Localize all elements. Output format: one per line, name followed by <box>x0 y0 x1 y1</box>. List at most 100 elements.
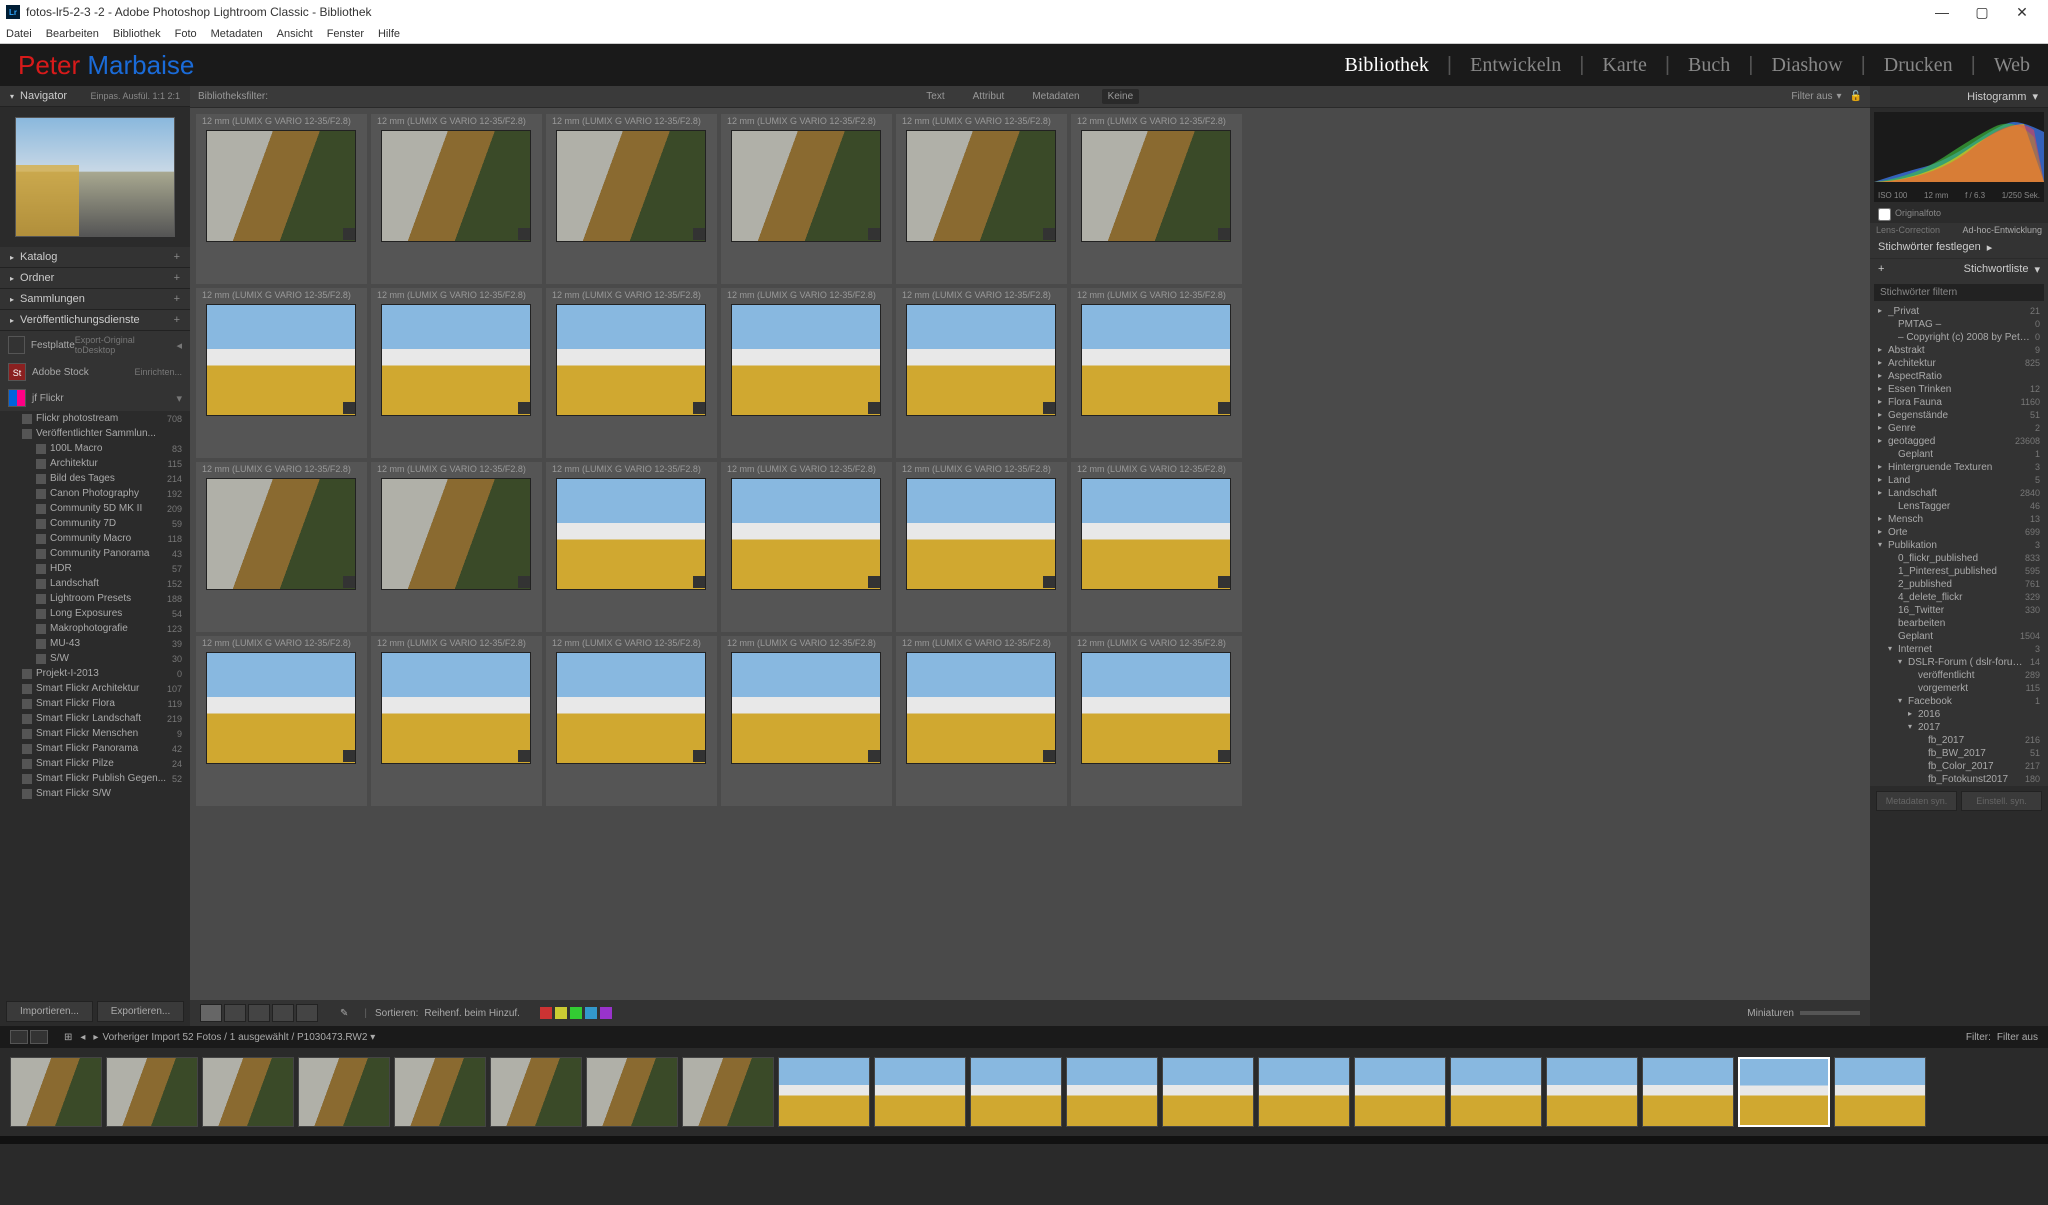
filmstrip-filter-value[interactable]: Filter aus <box>1997 1032 2038 1043</box>
filter-lock-icon[interactable]: 🔓 <box>1850 91 1862 102</box>
quick-develop-header[interactable]: Ad-hoc-Entwicklung <box>1962 225 2042 235</box>
painter-tool-icon[interactable]: ✎ <box>340 1008 348 1019</box>
people-view-button[interactable] <box>296 1004 318 1022</box>
filmstrip-thumb[interactable] <box>1738 1057 1830 1127</box>
panel-veröffentlichungsdienste[interactable]: ▸Veröffentlichungsdienste+ <box>0 310 190 331</box>
keyword-item[interactable]: ▸Mensch13 <box>1870 513 2048 526</box>
loupe-view-button[interactable] <box>224 1004 246 1022</box>
keyword-item[interactable]: ▸AspectRatio <box>1870 370 2048 383</box>
menu-bearbeiten[interactable]: Bearbeiten <box>46 28 99 40</box>
menu-fenster[interactable]: Fenster <box>327 28 364 40</box>
navigator-zoom-controls[interactable]: Einpas. Ausfül. 1:1 2:1 <box>90 91 180 101</box>
grid-cell[interactable]: 12 mm (LUMIX G VARIO 12-35/F2.8) <box>196 288 367 458</box>
grid-cell[interactable]: 12 mm (LUMIX G VARIO 12-35/F2.8) <box>546 288 717 458</box>
keyword-item[interactable]: LensTagger46 <box>1870 500 2048 513</box>
filmstrip-thumb[interactable] <box>394 1057 486 1127</box>
sync-metadata-button[interactable]: Metadaten syn. <box>1876 791 1957 811</box>
minimize-button[interactable]: — <box>1922 0 1962 24</box>
collection-item[interactable]: Flickr photostream708 <box>0 411 190 426</box>
module-entwickeln[interactable]: Entwickeln <box>1470 54 1561 76</box>
keyword-item[interactable]: PMTAG –0 <box>1870 318 2048 331</box>
collection-item[interactable]: Smart Flickr Landschaft219 <box>0 711 190 726</box>
keywording-header[interactable]: Stichwörter festlegen▸ <box>1870 237 2048 258</box>
main-window-button[interactable] <box>10 1030 28 1044</box>
grid-cell[interactable]: 12 mm (LUMIX G VARIO 12-35/F2.8) <box>371 288 542 458</box>
collection-item[interactable]: MU-4339 <box>0 636 190 651</box>
keyword-item[interactable]: 2_published761 <box>1870 578 2048 591</box>
keyword-item[interactable]: ▸Gegenstände51 <box>1870 409 2048 422</box>
filmstrip-thumb[interactable] <box>1162 1057 1254 1127</box>
filter-preset[interactable]: Filter aus <box>1791 91 1832 102</box>
grid-cell[interactable]: 12 mm (LUMIX G VARIO 12-35/F2.8) <box>896 462 1067 632</box>
import-button[interactable]: Importieren... <box>6 1001 93 1022</box>
module-buch[interactable]: Buch <box>1688 54 1730 76</box>
collection-item[interactable]: Architektur115 <box>0 456 190 471</box>
navigator-preview[interactable] <box>15 117 175 237</box>
add-keyword-button[interactable]: + <box>1878 263 1884 276</box>
navigator-header[interactable]: ▾ Navigator Einpas. Ausfül. 1:1 2:1 <box>0 86 190 107</box>
filmstrip-thumb[interactable] <box>1834 1057 1926 1127</box>
grid-cell[interactable]: 12 mm (LUMIX G VARIO 12-35/F2.8) <box>196 636 367 806</box>
keyword-item[interactable]: veröffentlicht289 <box>1870 669 2048 682</box>
keyword-item[interactable]: fb_Color_2017217 <box>1870 760 2048 773</box>
keyword-item[interactable]: ▾Internet3 <box>1870 643 2048 656</box>
filmstrip-thumb[interactable] <box>1546 1057 1638 1127</box>
lens-correction-label[interactable]: Lens-Correction <box>1876 225 1940 235</box>
identity-plate[interactable]: Peter Marbaise <box>18 50 194 81</box>
grid-cell[interactable]: 12 mm (LUMIX G VARIO 12-35/F2.8) <box>196 114 367 284</box>
keyword-item[interactable]: vorgemerkt115 <box>1870 682 2048 695</box>
collection-item[interactable]: Community 7D59 <box>0 516 190 531</box>
panel-katalog[interactable]: ▸Katalog+ <box>0 247 190 268</box>
filmstrip-thumb[interactable] <box>1354 1057 1446 1127</box>
sort-dropdown[interactable]: Reihenf. beim Hinzuf. <box>424 1008 520 1019</box>
filmstrip-thumb[interactable] <box>778 1057 870 1127</box>
keyword-item[interactable]: ▾2017 <box>1870 721 2048 734</box>
filter-attribut[interactable]: Attribut <box>967 89 1011 104</box>
keyword-item[interactable]: bearbeiten <box>1870 617 2048 630</box>
keyword-item[interactable]: ▸Abstrakt9 <box>1870 344 2048 357</box>
histogram-display[interactable]: ISO 10012 mmf / 6.31/250 Sek. <box>1874 112 2044 202</box>
collection-item[interactable]: Lightroom Presets188 <box>0 591 190 606</box>
grid-cell[interactable]: 12 mm (LUMIX G VARIO 12-35/F2.8) <box>371 114 542 284</box>
keyword-item[interactable]: Geplant1504 <box>1870 630 2048 643</box>
compare-view-button[interactable] <box>248 1004 270 1022</box>
keyword-item[interactable]: ▸Architektur825 <box>1870 357 2048 370</box>
filmstrip-thumb[interactable] <box>970 1057 1062 1127</box>
grid-cell[interactable]: 12 mm (LUMIX G VARIO 12-35/F2.8) <box>1071 462 1242 632</box>
keyword-item[interactable]: Geplant1 <box>1870 448 2048 461</box>
menu-hilfe[interactable]: Hilfe <box>378 28 400 40</box>
collection-item[interactable]: Smart Flickr Publish Gegen...52 <box>0 771 190 786</box>
publish-adobe-stock[interactable]: St Adobe Stock Einrichten... <box>0 359 190 385</box>
collection-item[interactable]: Smart Flickr Panorama42 <box>0 741 190 756</box>
keyword-item[interactable]: ▾Publikation3 <box>1870 539 2048 552</box>
filmstrip-thumb[interactable] <box>682 1057 774 1127</box>
collection-item[interactable]: Bild des Tages214 <box>0 471 190 486</box>
filmstrip-thumb[interactable] <box>1258 1057 1350 1127</box>
collection-item[interactable]: Long Exposures54 <box>0 606 190 621</box>
collection-item[interactable]: 100L Macro83 <box>0 441 190 456</box>
grid-cell[interactable]: 12 mm (LUMIX G VARIO 12-35/F2.8) <box>546 114 717 284</box>
filmstrip-thumb[interactable] <box>490 1057 582 1127</box>
module-drucken[interactable]: Drucken <box>1884 54 1953 76</box>
color-label-#cc3333[interactable] <box>540 1007 552 1019</box>
keyword-item[interactable]: 4_delete_flickr329 <box>1870 591 2048 604</box>
filmstrip-thumb[interactable] <box>10 1057 102 1127</box>
survey-view-button[interactable] <box>272 1004 294 1022</box>
collection-item[interactable]: Community 5D MK II209 <box>0 501 190 516</box>
keyword-item[interactable]: ▸2016 <box>1870 708 2048 721</box>
menu-ansicht[interactable]: Ansicht <box>277 28 313 40</box>
color-label-#9933cc[interactable] <box>600 1007 612 1019</box>
panel-sammlungen[interactable]: ▸Sammlungen+ <box>0 289 190 310</box>
grid-cell[interactable]: 12 mm (LUMIX G VARIO 12-35/F2.8) <box>721 114 892 284</box>
filmstrip-thumb[interactable] <box>106 1057 198 1127</box>
module-karte[interactable]: Karte <box>1602 54 1646 76</box>
thumbnail-grid[interactable]: 12 mm (LUMIX G VARIO 12-35/F2.8)12 mm (L… <box>190 108 1870 1000</box>
collection-item[interactable]: Veröffentlichter Sammlun... <box>0 426 190 441</box>
grid-cell[interactable]: 12 mm (LUMIX G VARIO 12-35/F2.8) <box>1071 636 1242 806</box>
grid-cell[interactable]: 12 mm (LUMIX G VARIO 12-35/F2.8) <box>721 636 892 806</box>
grid-cell[interactable]: 12 mm (LUMIX G VARIO 12-35/F2.8) <box>1071 288 1242 458</box>
keyword-item[interactable]: fb_2017216 <box>1870 734 2048 747</box>
collection-item[interactable]: Landschaft152 <box>0 576 190 591</box>
filmstrip-thumb[interactable] <box>202 1057 294 1127</box>
keyword-item[interactable]: ▸Orte699 <box>1870 526 2048 539</box>
